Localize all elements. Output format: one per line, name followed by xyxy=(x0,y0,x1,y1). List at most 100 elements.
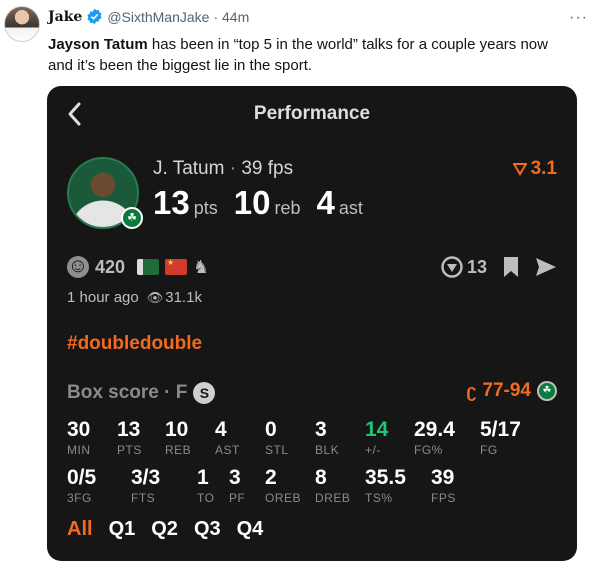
stat-label: BLK xyxy=(315,443,340,457)
score-value: 77-94 xyxy=(482,380,531,401)
cavaliers-logo-icon: ʗ xyxy=(466,380,477,401)
verified-badge-icon xyxy=(87,8,102,25)
tab-q1[interactable]: Q1 xyxy=(109,518,136,541)
stat-3fg: 0/5 3FG xyxy=(67,466,96,505)
stat-value: 29.4 xyxy=(414,418,455,441)
stat-value: 30 xyxy=(67,418,91,441)
stat-reb: 10 REB xyxy=(165,418,191,457)
rebounds-label: reb xyxy=(274,198,301,218)
stat-value: 2 xyxy=(265,466,277,489)
stat-label: STL xyxy=(265,443,289,457)
box-score-header: Box score · F S xyxy=(67,382,216,404)
smile-reaction-icon[interactable] xyxy=(67,254,89,278)
points-value: 13 xyxy=(153,184,190,221)
china-flag-icon xyxy=(165,258,188,275)
stat-dreb: 8 DREB xyxy=(315,466,350,505)
tab-q3[interactable]: Q3 xyxy=(194,518,221,541)
stat-value: 3 xyxy=(229,466,241,489)
stat-value: 3 xyxy=(315,418,327,441)
stat-label: FPS xyxy=(431,491,456,505)
stat-fg: 5/17 FG xyxy=(480,418,521,457)
stat-value: 13 xyxy=(117,418,141,441)
player-name[interactable]: J. Tatum xyxy=(153,158,224,179)
tab-q2[interactable]: Q2 xyxy=(151,518,178,541)
player-rating[interactable]: 3.1 xyxy=(512,158,557,180)
stat-value: 1 xyxy=(197,466,209,489)
posted-time: 1 hour ago xyxy=(67,289,139,306)
stat-to: 1 TO xyxy=(197,466,214,505)
stat-label: 3FG xyxy=(67,491,92,505)
stat-value: 39 xyxy=(431,466,455,489)
stat-value: 3/3 xyxy=(131,466,161,489)
player-fps: 39 fps xyxy=(241,158,294,179)
stat-label: PTS xyxy=(117,443,142,457)
goat-icon: ♞ xyxy=(193,256,210,277)
tweet-mention-bold: Jayson Tatum xyxy=(48,36,148,53)
author-handle[interactable]: @SixthManJake xyxy=(107,9,209,25)
stat-value: 10 xyxy=(165,418,189,441)
tweet-header: Jake @SixthManJake · 44m xyxy=(48,8,249,25)
tab-all[interactable]: All xyxy=(67,518,93,541)
stat-value: 35.5 xyxy=(365,466,406,489)
tweet-text: Jayson Tatum has been in “top 5 in the w… xyxy=(48,34,588,76)
stat-label: AST xyxy=(215,443,240,457)
stat-value: 4 xyxy=(215,418,227,441)
stat-label: FG xyxy=(480,443,498,457)
author-avatar[interactable] xyxy=(4,6,40,42)
views-eye-icon: 👁 xyxy=(146,289,164,305)
assists-label: ast xyxy=(338,198,363,218)
stat-stl: 0 STL xyxy=(265,418,289,457)
rebounds-value: 10 xyxy=(233,184,271,221)
card-title: Performance xyxy=(253,103,371,124)
stat-fts: 3/3 FTS xyxy=(131,466,160,505)
stat-pf: 3 PF xyxy=(229,466,245,505)
performance-card[interactable]: Performance ☘ J. Tatum · 39 fps 13 pts 10… xyxy=(47,86,577,561)
stat-label: DREB xyxy=(315,491,351,505)
stat-fg-pct: 29.4 FG% xyxy=(414,418,455,457)
stat-label: PF xyxy=(229,491,246,505)
stat-ast: 4 AST xyxy=(215,418,240,457)
stat-value: 8 xyxy=(315,466,327,489)
tweet-text-line1: has been in “top 5 in the world” talks f… xyxy=(147,36,548,53)
stat-blk: 3 BLK xyxy=(315,418,339,457)
points-label: pts xyxy=(193,198,218,218)
player-name-line: J. Tatum · 39 fps xyxy=(153,158,293,180)
tweet-text-line2: and it’s been the biggest lie in the spo… xyxy=(48,57,313,74)
rating-value: 3.1 xyxy=(530,158,557,179)
hashtag-link[interactable]: #doubledouble xyxy=(67,333,202,355)
view-count: 31.1k xyxy=(165,289,202,306)
stat-label: TS% xyxy=(365,491,393,505)
stat-min: 30 MIN xyxy=(67,418,91,457)
celtics-small-logo-icon: ☘ xyxy=(537,381,557,401)
stat-label: MIN xyxy=(67,443,91,457)
down-trend-icon xyxy=(512,163,527,176)
stat-label: FG% xyxy=(414,443,443,457)
actions-row: 13 xyxy=(441,256,557,278)
bookmark-icon[interactable] xyxy=(503,256,519,278)
assists-value: 4 xyxy=(316,184,335,221)
stat-ts-pct: 35.5 TS% xyxy=(365,466,406,505)
stat-label: FTS xyxy=(131,491,156,505)
celtics-logo-icon: ☘ xyxy=(121,207,143,229)
tweet-timestamp[interactable]: · 44m xyxy=(213,9,249,25)
stat-label: OREB xyxy=(265,491,302,505)
stat-oreb: 2 OREB xyxy=(265,466,301,505)
comment-icon[interactable] xyxy=(441,256,463,278)
share-icon[interactable] xyxy=(535,257,557,277)
player-statline: 13 pts 10 reb 4 ast xyxy=(153,184,379,222)
stat-value: 14 xyxy=(365,418,389,441)
pakistan-flag-icon xyxy=(137,259,160,275)
player-name-separator: · xyxy=(224,158,242,179)
game-score[interactable]: ʗ 77-94 ☘ xyxy=(466,380,557,402)
comment-count: 13 xyxy=(466,256,487,277)
post-meta-row: 1 hour ago 👁 31.1k xyxy=(67,289,202,306)
tab-q4[interactable]: Q4 xyxy=(237,518,264,541)
stat-value: 0/5 xyxy=(67,466,97,489)
stat-value: 0 xyxy=(265,418,277,441)
author-name[interactable]: Jake xyxy=(48,9,82,25)
stat-pts: 13 PTS xyxy=(117,418,142,457)
quarter-tabs: All Q1 Q2 Q3 Q4 xyxy=(67,518,263,541)
box-score-title: Box score · F xyxy=(67,382,188,403)
more-options-icon[interactable]: ··· xyxy=(569,9,588,27)
stat-fps: 39 FPS xyxy=(431,466,456,505)
